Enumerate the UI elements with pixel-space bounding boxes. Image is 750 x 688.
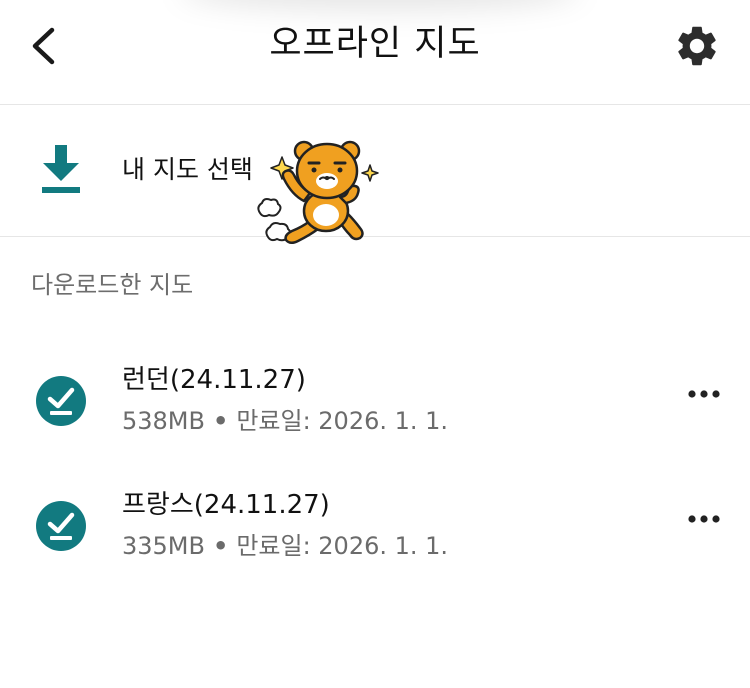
app-header: 오프라인 지도 [0, 0, 750, 105]
list-item[interactable]: 프랑스(24.11.27) 335MB • 만료일: 2026. 1. 1. [0, 472, 750, 582]
select-my-map-row[interactable]: 내 지도 선택 [0, 105, 750, 244]
ryan-character-sticker [257, 140, 379, 244]
map-size: 335MB [122, 532, 205, 560]
map-expiry: 만료일: 2026. 1. 1. [236, 532, 449, 560]
map-name: 런던(24.11.27) [122, 365, 306, 395]
map-expiry: 만료일: 2026. 1. 1. [236, 407, 449, 435]
map-size: 538MB [122, 407, 205, 435]
download-icon [42, 145, 80, 193]
page-title: 오프라인 지도 [269, 24, 481, 64]
separator-dot: • [212, 532, 229, 560]
downloaded-maps-heading: 다운로드한 지도 [31, 271, 194, 299]
map-name: 프랑스(24.11.27) [122, 490, 330, 520]
more-options-icon[interactable] [686, 504, 722, 534]
check-circle-icon [36, 501, 86, 551]
map-meta: 538MB • 만료일: 2026. 1. 1. [122, 404, 448, 438]
gear-icon [678, 26, 716, 66]
map-meta: 335MB • 만료일: 2026. 1. 1. [122, 529, 448, 563]
separator-dot: • [212, 407, 229, 435]
settings-button[interactable] [673, 22, 721, 70]
check-circle-icon [36, 376, 86, 426]
more-options-icon[interactable] [686, 379, 722, 409]
select-my-map-label: 내 지도 선택 [122, 155, 253, 184]
list-item[interactable]: 런던(24.11.27) 538MB • 만료일: 2026. 1. 1. [0, 347, 750, 457]
